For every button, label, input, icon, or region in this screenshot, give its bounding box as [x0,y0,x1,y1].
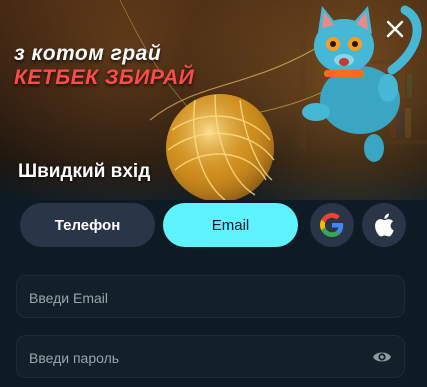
toggle-password-visibility-button[interactable] [372,348,392,366]
password-field[interactable] [16,335,405,379]
banner-subheadline: КЕТБЕК ЗБИРАЙ [14,66,195,89]
google-icon [320,213,344,237]
close-button[interactable] [385,19,405,39]
google-login-button[interactable] [310,203,354,247]
tab-phone[interactable]: Телефон [20,203,155,247]
email-input[interactable] [27,276,371,319]
banner-headline: з котом грай [14,42,162,65]
close-icon [386,20,404,38]
apple-icon [375,213,394,237]
eye-icon [373,352,391,362]
apple-login-button[interactable] [362,203,406,247]
email-field[interactable] [16,275,405,319]
tab-email[interactable]: Email [163,203,298,247]
login-modal: з котом грай КЕТБЕК ЗБИРАЙ Швидкий вхід … [0,0,427,387]
page-title: Швидкий вхід [18,161,151,182]
password-input[interactable] [27,336,371,379]
